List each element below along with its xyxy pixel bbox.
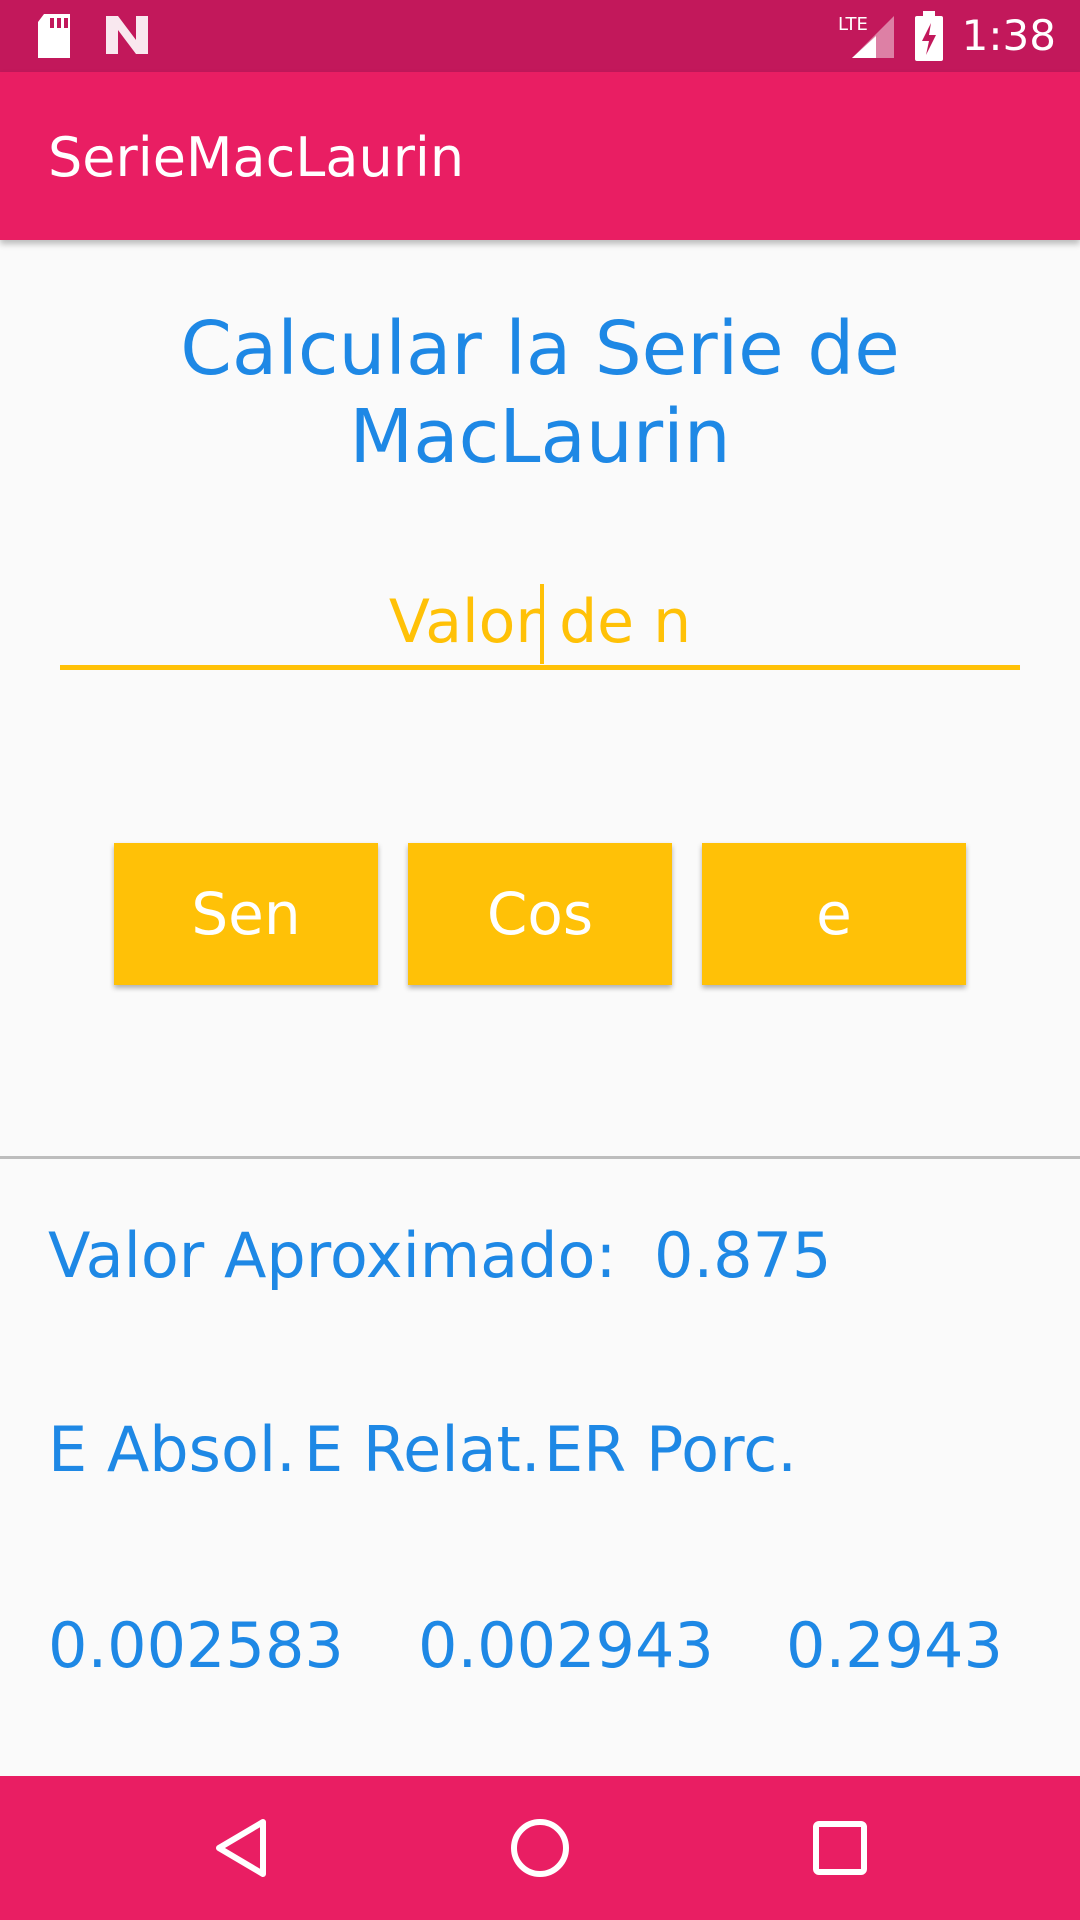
heading-line-2: MacLaurin — [349, 394, 731, 480]
error-header-percent: ER Porc. — [544, 1413, 797, 1486]
svg-text:LTE: LTE — [838, 14, 868, 35]
sd-card-icon — [38, 14, 70, 58]
divider — [0, 1156, 1080, 1159]
e-button[interactable]: e — [702, 843, 966, 985]
text-cursor — [540, 584, 544, 664]
n-logo-icon — [106, 16, 148, 54]
status-bar: LTE 1:38 — [0, 0, 1080, 72]
error-absolute-value: 0.002583 — [48, 1609, 344, 1682]
home-icon[interactable] — [504, 1812, 576, 1884]
approx-value-label: Valor Aproximado: — [48, 1219, 617, 1292]
cos-button[interactable]: Cos — [408, 843, 672, 985]
error-relative-value: 0.002943 — [418, 1609, 714, 1682]
navigation-bar — [0, 1776, 1080, 1920]
app-bar: SerieMacLaurin — [0, 72, 1080, 240]
sen-button[interactable]: Sen — [114, 843, 378, 985]
page-heading: Calcular la Serie de MacLaurin — [100, 305, 980, 481]
approx-value: 0.875 — [654, 1219, 832, 1292]
n-input-container[interactable] — [60, 580, 1020, 670]
back-icon[interactable] — [205, 1812, 277, 1884]
heading-line-1: Calcular la Serie de — [180, 306, 900, 392]
recents-icon[interactable] — [804, 1812, 876, 1884]
input-underline — [60, 665, 1020, 670]
error-header-absolute: E Absol. — [48, 1413, 296, 1486]
error-percent-value: 0.2943 — [786, 1609, 1003, 1682]
app-title: SerieMacLaurin — [48, 126, 465, 189]
error-header-relative: E Relat. — [304, 1413, 541, 1486]
status-time: 1:38 — [961, 11, 1056, 60]
lte-signal-icon: LTE — [838, 14, 894, 58]
battery-charging-icon — [914, 11, 943, 61]
